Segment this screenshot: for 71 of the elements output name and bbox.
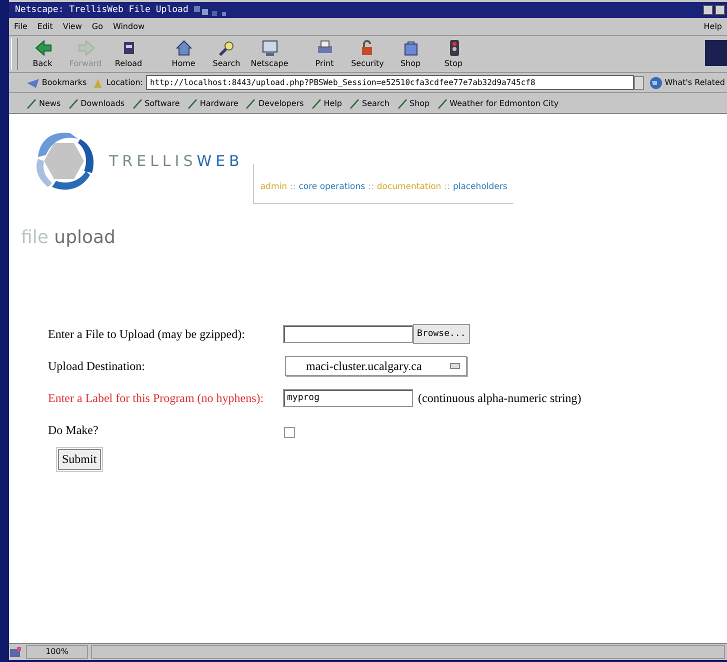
bookmark-link[interactable]: Developers bbox=[243, 98, 306, 108]
globe-icon bbox=[648, 76, 663, 90]
field-hint: (continuous alpha-numeric string) bbox=[418, 390, 582, 406]
field-label: Do Make? bbox=[48, 422, 100, 438]
field-label: Enter a Label for this Program (no hyphens): bbox=[48, 390, 265, 406]
bookmark-link[interactable]: News bbox=[24, 98, 63, 108]
toolbar-button[interactable]: Shop bbox=[389, 36, 432, 72]
logo-text: TRELLIS WEB bbox=[109, 152, 244, 170]
pen-icon bbox=[396, 98, 408, 108]
help-menu[interactable]: Help bbox=[698, 22, 727, 31]
url-dropdown-button[interactable] bbox=[634, 76, 644, 90]
nav-separator: :: bbox=[444, 182, 450, 194]
window-title: Netscape: TrellisWeb File Upload bbox=[14, 5, 188, 15]
toolbar-button[interactable]: Back bbox=[21, 36, 64, 72]
menu-item[interactable]: Window bbox=[108, 22, 150, 31]
field-label: Upload Destination: bbox=[48, 358, 146, 374]
location-label: Location: bbox=[106, 78, 143, 87]
zoom-indicator: 100% bbox=[26, 645, 88, 659]
submit-button[interactable]: Submit bbox=[58, 449, 101, 470]
forward-arrow-icon bbox=[76, 38, 96, 58]
bookmark-link[interactable]: Help bbox=[308, 98, 344, 108]
menu-item[interactable]: Go bbox=[86, 22, 108, 31]
pen-icon bbox=[186, 98, 198, 108]
toolbar-button[interactable]: Search bbox=[205, 36, 248, 72]
toolbar-button[interactable]: Reload bbox=[107, 36, 150, 72]
file-path-field[interactable] bbox=[283, 325, 413, 343]
nav-separator: :: bbox=[290, 182, 296, 194]
browser-logo bbox=[705, 40, 727, 66]
url-field[interactable]: http://localhost:8443/upload.php?PBSWeb_Session=e52510cfa3cdfee77e7ab32d9a745cf8 bbox=[146, 75, 634, 90]
menu-item[interactable]: View bbox=[58, 22, 87, 31]
field-label: Enter a File to Upload (may be gzipped): bbox=[48, 326, 246, 342]
back-arrow-icon bbox=[32, 38, 52, 58]
toolbar-button[interactable]: Security bbox=[346, 36, 389, 72]
toolbar-button[interactable]: Stop bbox=[432, 36, 475, 72]
menu-item[interactable]: Edit bbox=[32, 22, 58, 31]
pen-icon bbox=[436, 98, 448, 108]
pen-icon bbox=[132, 98, 143, 108]
browse-button[interactable]: Browse... bbox=[413, 324, 470, 344]
location-icon bbox=[92, 76, 104, 88]
pen-icon bbox=[68, 98, 79, 108]
maximize-button[interactable] bbox=[715, 5, 725, 15]
bookmark-link[interactable]: Software bbox=[130, 98, 182, 108]
whats-related-button[interactable]: What's Related bbox=[646, 76, 727, 90]
bookmark-icon bbox=[26, 76, 40, 88]
minimize-button[interactable] bbox=[703, 5, 713, 15]
monitor-icon bbox=[260, 38, 280, 58]
dropdown-indicator-icon bbox=[450, 363, 460, 369]
toolbar-grip[interactable] bbox=[11, 38, 18, 70]
nav-link[interactable]: core operations bbox=[298, 182, 366, 203]
connection-icon bbox=[9, 646, 23, 658]
bookmarks-button[interactable]: Bookmarks bbox=[24, 76, 89, 88]
toolbar-button[interactable]: Netscape bbox=[248, 36, 291, 72]
do-make-checkbox[interactable] bbox=[284, 426, 295, 438]
house-icon bbox=[174, 38, 194, 58]
pen-icon bbox=[26, 98, 37, 108]
bookmark-link[interactable]: Search bbox=[347, 98, 392, 108]
menu-item[interactable]: File bbox=[9, 22, 32, 31]
pen-icon bbox=[245, 98, 256, 108]
label-field[interactable]: myprog bbox=[283, 389, 413, 407]
bookmark-link[interactable]: Shop bbox=[394, 98, 432, 108]
bookmark-link[interactable]: Downloads bbox=[66, 98, 127, 108]
toolbar-button[interactable]: Home bbox=[162, 36, 205, 72]
nav-link[interactable]: placeholders bbox=[452, 182, 508, 203]
bookmark-link[interactable]: Hardware bbox=[184, 98, 240, 108]
pen-icon bbox=[310, 98, 322, 108]
toolbar-button[interactable]: Print bbox=[303, 36, 346, 72]
bookmark-link[interactable]: Weather for Edmonton City bbox=[434, 98, 561, 108]
page-heading: file upload bbox=[20, 226, 116, 248]
nav-separator: :: bbox=[368, 182, 374, 194]
destination-dropdown[interactable]: maci-cluster.ucalgary.ca bbox=[285, 356, 467, 376]
pen-icon bbox=[349, 98, 360, 108]
